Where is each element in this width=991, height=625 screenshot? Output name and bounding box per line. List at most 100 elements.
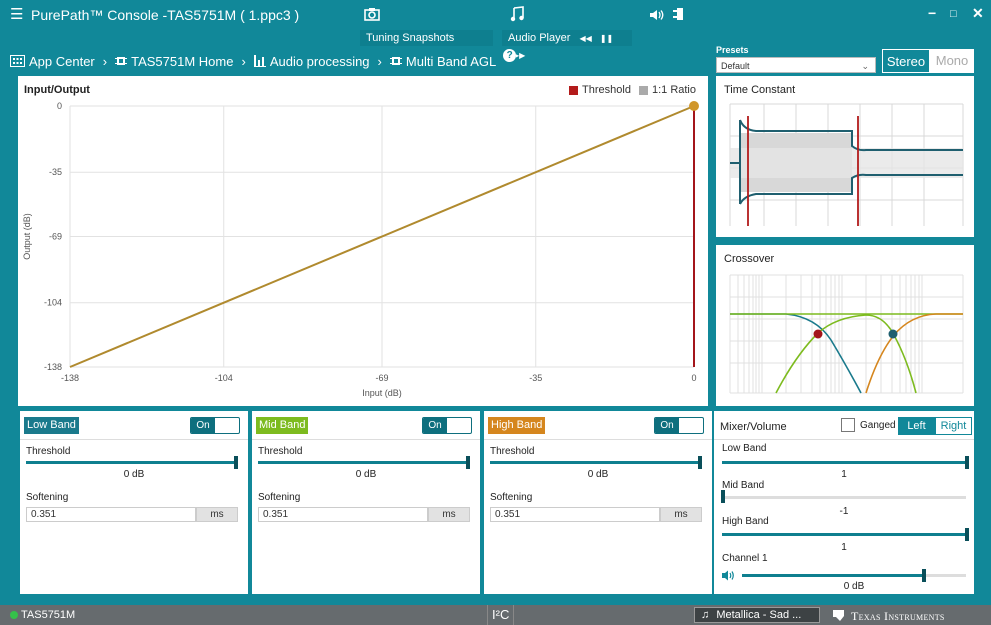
x-tick-label: 0 [691,373,696,383]
mid-band-toggle[interactable]: On [422,417,472,434]
mono-button[interactable]: Mono [930,49,974,73]
chevron-right-icon: › [102,53,108,69]
hamburger-icon[interactable]: ☰ [10,7,23,22]
input-output-chart[interactable]: -138 -104 -69 -35 0 0 -35 -69 -104 -138 Input (dB)… [18,76,708,406]
softening-input[interactable]: 0.351 [258,507,428,522]
slider-thumb[interactable] [965,528,969,541]
high-band-tag: High Band [488,417,546,434]
help-icon[interactable]: ? [503,48,517,62]
divider [484,439,712,440]
window-title: PurePath™ Console -TAS5751M ( 1.ppc3 ) [31,7,300,23]
low-band-panel: Low Band On Threshold 0 dB Softening 0.3… [20,411,248,594]
mid-band-panel: Mid Band On Threshold 0 dB Softening 0.3… [252,411,480,594]
audio-player-bar: Audio Player ◀◀ ❚❚ ▶▶ [502,30,632,60]
low-band-tag: Low Band [24,417,79,434]
softening-unit: ms [196,507,238,522]
music-note-icon: ♫ [701,609,710,621]
app-center-icon [10,55,25,67]
slider-thumb[interactable] [965,456,969,469]
high-band-mix-slider[interactable] [722,533,966,536]
y-tick-label: -138 [44,362,62,372]
breadcrumb-audio-processing[interactable]: Audio processing [253,54,370,69]
presets-label: Presets [716,45,749,55]
breadcrumb-current: Multi Band AGL ? [389,48,517,69]
tuning-snapshots-button[interactable]: Tuning Snapshots [360,30,493,46]
i2c-bus-indicator[interactable]: I²C [487,605,515,625]
channel1-volume-remaining [922,574,966,577]
high-band-toggle[interactable]: On [654,417,704,434]
slider-thumb[interactable] [721,490,725,503]
y-axis-label: Output (dB) [22,213,32,260]
minimize-button[interactable]: − [928,5,936,21]
high-band-panel: High Band On Threshold 0 dB Softening 0.… [484,411,712,594]
breadcrumb-label: App Center [29,53,95,69]
threshold-handle [689,101,699,111]
audio-player-label: Audio Player [508,32,571,44]
volume-icon[interactable] [722,570,735,581]
chevron-right-icon: › [377,53,382,69]
threshold-value: 0 dB [123,469,145,480]
softening-unit: ms [660,507,702,522]
y-tick-label: -69 [49,232,62,242]
x-tick-label: -138 [61,373,79,383]
slider-thumb[interactable] [922,569,926,582]
crossover-panel: Crossover [716,245,974,406]
music-note-icon[interactable] [510,6,524,26]
mixer-volume-panel: Mixer/Volume Ganged Left Right Low Band … [714,411,974,594]
threshold-slider[interactable] [490,461,702,464]
channel1-label: Channel 1 [722,553,768,564]
x-axis-label: Input (dB) [362,388,402,398]
breadcrumb: App Center › TAS5751M Home › Audio proce… [10,48,517,70]
breadcrumb-label: TAS5751M Home [131,53,234,69]
breadcrumb-app-center[interactable]: App Center [10,54,95,69]
input-output-panel: Input/Output Threshold 1:1 Ratio -138 -10… [18,76,708,406]
left-channel-button[interactable]: Left [898,417,935,435]
stereo-button[interactable]: Stereo [882,49,930,73]
maximize-button[interactable]: □ [950,8,957,20]
mixer-title: Mixer/Volume [720,421,787,433]
usb-plug-icon[interactable] [672,7,686,25]
connection-status-icon [10,611,18,619]
threshold-slider[interactable] [26,461,238,464]
divider [714,439,974,440]
brand-name: Texas Instruments [851,609,945,623]
now-playing-title: Metallica - Sad ... [716,609,802,621]
low-band-mix-value: 1 [841,469,847,480]
rewind-icon[interactable]: ◀◀ [579,34,591,43]
softening-input[interactable]: 0.351 [26,507,196,522]
softening-input[interactable]: 0.351 [490,507,660,522]
threshold-slider[interactable] [258,461,470,464]
time-constant-graph [729,103,964,226]
softening-label: Softening [490,492,533,503]
x-tick-label: -104 [215,373,233,383]
threshold-slider-thumb[interactable] [698,456,702,469]
divider [252,439,480,440]
mid-band-mix-slider[interactable] [722,496,966,499]
camera-icon[interactable] [364,7,380,25]
channel1-volume-value: 0 dB [843,581,865,592]
y-tick-label: -35 [49,167,62,177]
toggle-on-label: On [655,418,679,433]
now-playing[interactable]: ♫ Metallica - Sad ... [694,607,820,623]
softening-unit: ms [428,507,470,522]
low-band-mix-slider[interactable] [722,461,966,464]
presets-value: Default [721,61,750,71]
ganged-checkbox[interactable] [841,418,855,432]
speaker-icon[interactable] [649,8,665,25]
threshold-slider-thumb[interactable] [234,456,238,469]
threshold-value: 0 dB [587,469,609,480]
low-band-mix-label: Low Band [722,443,767,454]
pause-icon[interactable]: ❚❚ [600,34,613,43]
close-button[interactable]: ✕ [972,5,984,22]
x-tick-label: -69 [375,373,388,383]
channel1-volume-slider[interactable] [742,574,922,577]
low-band-toggle[interactable]: On [190,417,240,434]
mid-band-tag: Mid Band [256,417,309,434]
presets-dropdown[interactable]: Default ⌄ [716,57,876,73]
right-channel-button[interactable]: Right [935,417,972,435]
threshold-slider-thumb[interactable] [466,456,470,469]
breadcrumb-device-home[interactable]: TAS5751M Home [115,54,233,69]
y-tick-label: 0 [57,101,62,111]
threshold-label: Threshold [258,446,303,457]
threshold-value: 0 dB [355,469,377,480]
